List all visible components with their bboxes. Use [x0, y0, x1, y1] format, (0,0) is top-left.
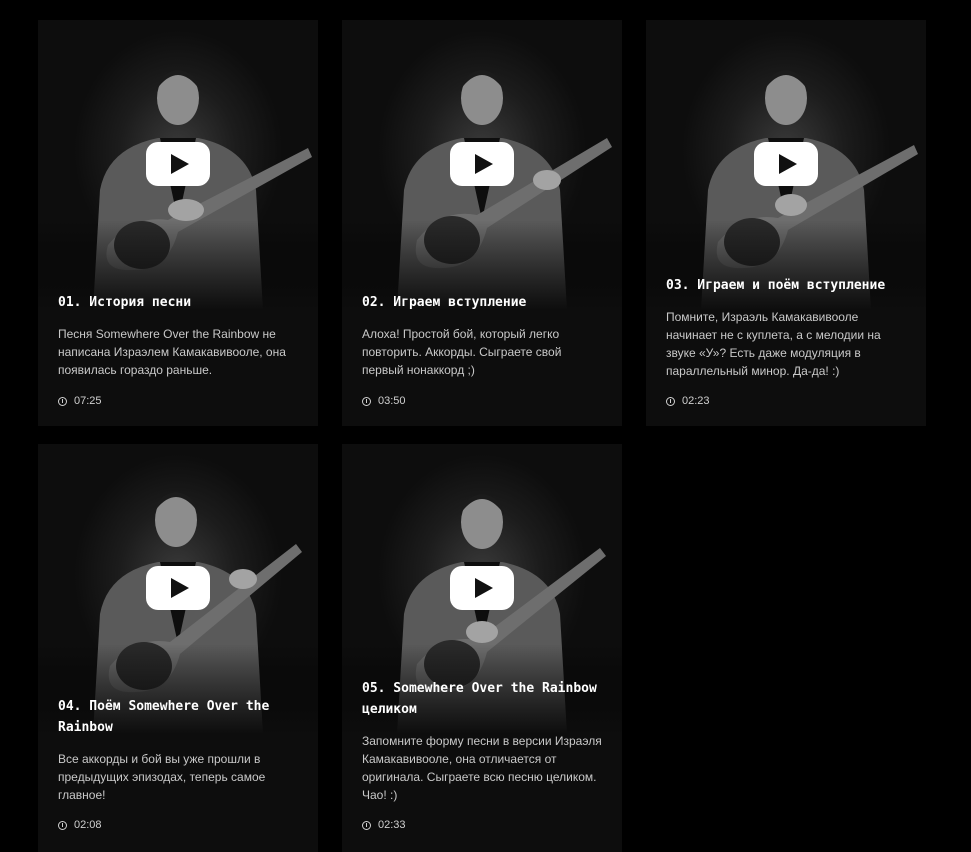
duration-value: 02:23 [682, 395, 710, 407]
youtube-play-icon [779, 154, 797, 174]
play-button[interactable] [450, 566, 514, 610]
lesson-title[interactable]: 01. История песни [58, 292, 300, 313]
video-thumbnail[interactable] [38, 20, 318, 310]
play-button[interactable] [450, 142, 514, 186]
lesson-duration: 03:50 [362, 395, 406, 407]
card-content: 04. Поём Somewhere Over the Rainbow Все … [58, 696, 300, 804]
lesson-card-2[interactable]: 02. Играем вступление Алоха! Простой бой… [342, 20, 622, 426]
lesson-description: Песня Somewhere Over the Rainbow не напи… [58, 327, 286, 377]
duration-value: 07:25 [74, 395, 102, 407]
video-thumbnail[interactable] [646, 20, 926, 310]
clock-icon [362, 820, 371, 830]
lesson-duration: 02:23 [666, 395, 710, 407]
lesson-duration: 07:25 [58, 395, 102, 407]
duration-value: 02:08 [74, 819, 102, 831]
play-button[interactable] [146, 142, 210, 186]
card-content: 01. История песни Песня Somewhere Over t… [58, 292, 300, 379]
lesson-title[interactable]: 02. Играем вступление [362, 292, 604, 313]
youtube-play-icon [475, 154, 493, 174]
video-thumbnail[interactable] [342, 20, 622, 310]
youtube-play-icon [171, 578, 189, 598]
lesson-description: Алоха! Простой бой, который легко повтор… [362, 327, 562, 377]
lesson-description: Помните, Израэль Камакавивооле начинает … [666, 310, 881, 378]
card-content: 02. Играем вступление Алоха! Простой бой… [362, 292, 604, 379]
lesson-duration: 02:33 [362, 819, 406, 831]
lessons-grid: 01. История песни Песня Somewhere Over t… [0, 0, 971, 852]
lesson-card-5[interactable]: 05. Somewhere Over the Rainbow целиком З… [342, 444, 622, 852]
card-content: 05. Somewhere Over the Rainbow целиком З… [362, 678, 604, 804]
lesson-title[interactable]: 04. Поём Somewhere Over the Rainbow [58, 696, 300, 738]
youtube-play-icon [171, 154, 189, 174]
clock-icon [666, 396, 675, 406]
lesson-description: Запомните форму песни в версии Израэля К… [362, 734, 602, 802]
clock-icon [362, 396, 371, 406]
duration-value: 03:50 [378, 395, 406, 407]
video-thumbnail[interactable] [38, 444, 318, 734]
lesson-title[interactable]: 03. Играем и поём вступление [666, 275, 908, 296]
card-content: 03. Играем и поём вступление Помните, Из… [666, 275, 908, 380]
duration-value: 02:33 [378, 819, 406, 831]
lesson-card-3[interactable]: 03. Играем и поём вступление Помните, Из… [646, 20, 926, 426]
lesson-description: Все аккорды и бой вы уже прошли в предыд… [58, 752, 266, 802]
clock-icon [58, 820, 67, 830]
play-button[interactable] [146, 566, 210, 610]
lesson-card-4[interactable]: 04. Поём Somewhere Over the Rainbow Все … [38, 444, 318, 852]
youtube-play-icon [475, 578, 493, 598]
play-button[interactable] [754, 142, 818, 186]
lesson-duration: 02:08 [58, 819, 102, 831]
lesson-card-1[interactable]: 01. История песни Песня Somewhere Over t… [38, 20, 318, 426]
clock-icon [58, 396, 67, 406]
lesson-title[interactable]: 05. Somewhere Over the Rainbow целиком [362, 678, 604, 720]
